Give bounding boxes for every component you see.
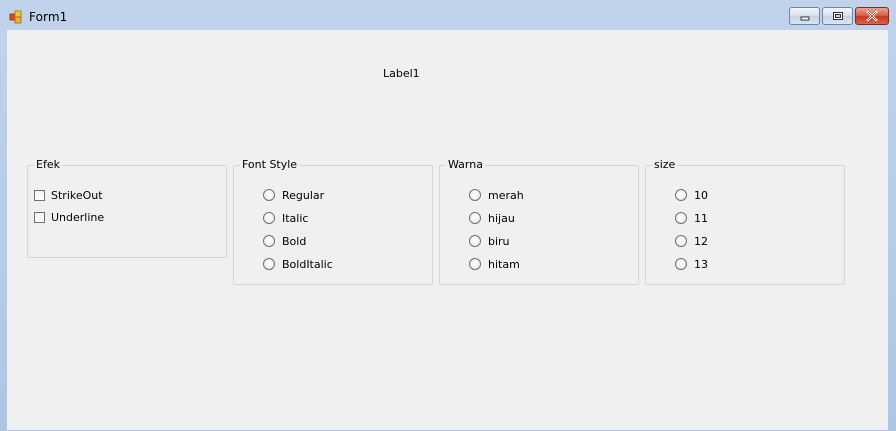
radio-bold-label: Bold xyxy=(282,234,307,248)
radio-bolditalic-circle[interactable] xyxy=(263,258,275,270)
radio-italic[interactable]: Italic xyxy=(263,210,308,226)
radio-size-11-circle[interactable] xyxy=(675,212,687,224)
radio-bolditalic-label: BoldItalic xyxy=(282,257,333,271)
radio-size-13-circle[interactable] xyxy=(675,258,687,270)
checkbox-underline-label: Underline xyxy=(51,210,105,224)
radio-size-12-label: 12 xyxy=(694,234,708,248)
radio-hitam[interactable]: hitam xyxy=(469,256,520,272)
radio-regular[interactable]: Regular xyxy=(263,187,324,203)
maximize-icon xyxy=(832,12,843,20)
radio-regular-circle[interactable] xyxy=(263,189,275,201)
radio-italic-label: Italic xyxy=(282,211,309,225)
radio-bolditalic[interactable]: BoldItalic xyxy=(263,256,333,272)
window-title: Form1 xyxy=(29,10,68,24)
radio-biru-label: biru xyxy=(488,234,510,248)
radio-merah-circle[interactable] xyxy=(469,189,481,201)
groupbox-font-style: Font Style Regular Italic Bold BoldItali… xyxy=(233,158,433,285)
winforms-app-icon xyxy=(9,10,22,24)
groupbox-efek: Efek StrikeOut Underline xyxy=(27,158,227,258)
radio-italic-circle[interactable] xyxy=(263,212,275,224)
radio-bold[interactable]: Bold xyxy=(263,233,306,249)
radio-hijau-label: hijau xyxy=(488,211,515,225)
radio-size-10[interactable]: 10 xyxy=(675,187,708,203)
checkbox-underline[interactable]: Underline xyxy=(34,209,104,225)
radio-size-12-circle[interactable] xyxy=(675,235,687,247)
form-client-area: Label1 Efek StrikeOut Underline Font Sty… xyxy=(7,30,888,430)
radio-size-12[interactable]: 12 xyxy=(675,233,708,249)
radio-regular-label: Regular xyxy=(282,188,325,202)
checkbox-underline-box[interactable] xyxy=(34,211,45,223)
radio-hitam-circle[interactable] xyxy=(469,258,481,270)
label1: Label1 xyxy=(383,67,420,80)
groupbox-size: size 10 11 12 13 xyxy=(645,158,845,285)
groupbox-font-style-title: Font Style xyxy=(240,158,300,172)
groupbox-warna: Warna merah hijau biru hitam xyxy=(439,158,639,285)
radio-merah-label: merah xyxy=(488,188,524,202)
radio-size-13[interactable]: 13 xyxy=(675,256,708,272)
close-button[interactable] xyxy=(855,7,889,25)
radio-size-11-label: 11 xyxy=(694,211,708,225)
groupbox-size-title: size xyxy=(652,158,678,172)
checkbox-strikeout-label: StrikeOut xyxy=(51,188,103,202)
maximize-button[interactable] xyxy=(822,7,853,25)
radio-size-11[interactable]: 11 xyxy=(675,210,708,226)
groupbox-warna-title: Warna xyxy=(446,158,485,172)
radio-size-13-label: 13 xyxy=(694,257,708,271)
radio-hijau[interactable]: hijau xyxy=(469,210,515,226)
minimize-button[interactable] xyxy=(789,7,820,25)
radio-bold-circle[interactable] xyxy=(263,235,275,247)
checkbox-strikeout-box[interactable] xyxy=(34,189,45,201)
close-icon xyxy=(866,11,878,21)
form-window: Form1 Label1 Efek StrikeOut Underline Fo… xyxy=(0,0,896,431)
radio-merah[interactable]: merah xyxy=(469,187,524,203)
checkbox-strikeout[interactable]: StrikeOut xyxy=(34,187,103,203)
radio-biru[interactable]: biru xyxy=(469,233,510,249)
radio-hijau-circle[interactable] xyxy=(469,212,481,224)
radio-size-10-circle[interactable] xyxy=(675,189,687,201)
radio-hitam-label: hitam xyxy=(488,257,520,271)
minimize-icon xyxy=(800,16,809,21)
radio-biru-circle[interactable] xyxy=(469,235,481,247)
radio-size-10-label: 10 xyxy=(694,188,708,202)
groupbox-efek-title: Efek xyxy=(34,158,62,172)
title-bar[interactable]: Form1 xyxy=(0,0,896,30)
